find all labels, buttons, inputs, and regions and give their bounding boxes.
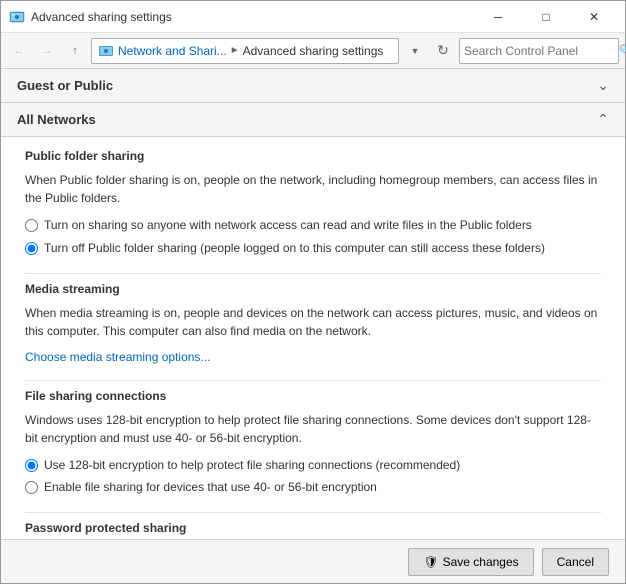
main-window: Advanced sharing settings ─ □ ✕ ← → ↑ Ne… xyxy=(0,0,626,584)
section-label-allnetworks: All Networks xyxy=(17,112,96,127)
main-content: Guest or Public ⌄ All Networks ⌃ Public … xyxy=(1,69,625,539)
path-part-2: Advanced sharing settings xyxy=(243,44,384,58)
section-header-guest[interactable]: Guest or Public ⌄ xyxy=(1,69,625,103)
radio-fsc-128[interactable] xyxy=(25,459,38,472)
up-button[interactable]: ↑ xyxy=(63,39,87,63)
section-header-allnetworks[interactable]: All Networks ⌃ xyxy=(1,103,625,137)
search-button[interactable]: 🔍 xyxy=(619,44,626,57)
subsection-title-file-sharing: File sharing connections xyxy=(25,389,601,403)
radio-label-fsc-40: Enable file sharing for devices that use… xyxy=(44,479,377,496)
subsection-title-media: Media streaming xyxy=(25,282,601,296)
chevron-up-icon: ⌃ xyxy=(597,111,609,128)
window-title: Advanced sharing settings xyxy=(31,10,475,24)
divider-2 xyxy=(25,380,601,381)
save-changes-button[interactable]: 🛡 Save changes xyxy=(408,548,533,576)
radio-option-fsc-128: Use 128-bit encryption to help protect f… xyxy=(25,457,601,474)
subsection-password-sharing: Password protected sharing When password… xyxy=(25,521,601,539)
forward-button[interactable]: → xyxy=(35,39,59,63)
refresh-button[interactable]: ↻ xyxy=(431,38,455,64)
chevron-down-icon: ⌄ xyxy=(597,77,609,94)
address-path[interactable]: Network and Shari... ► Advanced sharing … xyxy=(91,38,399,64)
cancel-button[interactable]: Cancel xyxy=(542,548,609,576)
section-label-guest: Guest or Public xyxy=(17,78,113,93)
subsection-media-streaming: Media streaming When media streaming is … xyxy=(25,282,601,364)
search-box: 🔍 xyxy=(459,38,619,64)
footer: 🛡 Save changes Cancel xyxy=(1,539,625,583)
window-controls: ─ □ ✕ xyxy=(475,2,617,32)
subsection-file-sharing: File sharing connections Windows uses 12… xyxy=(25,389,601,497)
dropdown-button[interactable]: ▼ xyxy=(403,38,427,64)
close-button[interactable]: ✕ xyxy=(571,2,617,32)
file-sharing-description: Windows uses 128-bit encryption to help … xyxy=(25,411,601,447)
section-content-allnetworks: Public folder sharing When Public folder… xyxy=(1,137,625,539)
subsection-public-folder: Public folder sharing When Public folder… xyxy=(25,149,601,257)
search-input[interactable] xyxy=(464,44,619,58)
divider-3 xyxy=(25,512,601,513)
public-folder-description: When Public folder sharing is on, people… xyxy=(25,171,601,207)
shield-icon: 🛡 xyxy=(423,555,438,569)
radio-pfs-on[interactable] xyxy=(25,219,38,232)
radio-fsc-40[interactable] xyxy=(25,481,38,494)
radio-label-pfs-on: Turn on sharing so anyone with network a… xyxy=(44,217,532,234)
path-part-1: Network and Shari... xyxy=(118,44,227,58)
subsection-title-public-folder: Public folder sharing xyxy=(25,149,601,163)
path-separator-1: ► xyxy=(230,45,240,56)
subsection-title-password: Password protected sharing xyxy=(25,521,601,535)
window-icon xyxy=(9,9,25,25)
address-bar: ← → ↑ Network and Shari... ► Advanced sh… xyxy=(1,33,625,69)
minimize-button[interactable]: ─ xyxy=(475,2,521,32)
save-label: Save changes xyxy=(443,555,519,569)
divider-1 xyxy=(25,273,601,274)
radio-option-fsc-40: Enable file sharing for devices that use… xyxy=(25,479,601,496)
back-button[interactable]: ← xyxy=(7,39,31,63)
radio-option-pfs-off: Turn off Public folder sharing (people l… xyxy=(25,240,601,257)
media-description: When media streaming is on, people and d… xyxy=(25,304,601,340)
maximize-button[interactable]: □ xyxy=(523,2,569,32)
radio-option-pfs-on: Turn on sharing so anyone with network a… xyxy=(25,217,601,234)
media-streaming-link[interactable]: Choose media streaming options... xyxy=(25,350,210,364)
radio-label-fsc-128: Use 128-bit encryption to help protect f… xyxy=(44,457,460,474)
content-area: Guest or Public ⌄ All Networks ⌃ Public … xyxy=(1,69,625,539)
radio-label-pfs-off: Turn off Public folder sharing (people l… xyxy=(44,240,545,257)
title-bar: Advanced sharing settings ─ □ ✕ xyxy=(1,1,625,33)
radio-pfs-off[interactable] xyxy=(25,242,38,255)
